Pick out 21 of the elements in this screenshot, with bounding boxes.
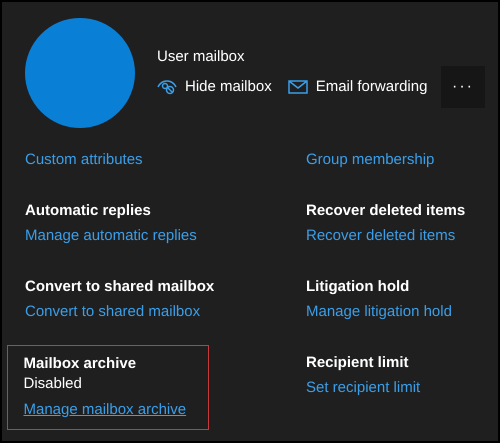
section-link[interactable]: Custom attributes [25, 150, 143, 170]
section-link[interactable]: Manage litigation hold [306, 302, 452, 322]
eye-icon [157, 79, 177, 95]
section-heading: Automatic replies [25, 201, 152, 221]
section-heading: Mailbox archive [24, 354, 138, 374]
section-link[interactable]: Group membership [306, 150, 434, 170]
status-text: Disabled [24, 374, 83, 394]
section-link[interactable]: Manage mailbox archive [24, 400, 186, 420]
section-link[interactable]: Manage automatic replies [25, 226, 197, 246]
section-heading: Convert to shared mailbox [25, 277, 216, 297]
section-link[interactable]: Recover deleted items [306, 226, 456, 246]
section-link[interactable]: Set recipient limit [306, 378, 420, 398]
hide-mailbox-button[interactable]: Hide mailbox [157, 77, 272, 97]
section-heading: Recipient limit [306, 353, 410, 373]
email-forwarding-button[interactable]: Email forwarding [288, 77, 428, 97]
mail-icon [288, 79, 308, 95]
section-link[interactable]: Convert to shared mailbox [25, 302, 200, 322]
section-heading: Recover deleted items [306, 201, 466, 221]
mailbox-type: User mailbox [157, 47, 246, 67]
more-button[interactable]: ··· [441, 66, 485, 108]
section-heading: Litigation hold [306, 277, 410, 297]
